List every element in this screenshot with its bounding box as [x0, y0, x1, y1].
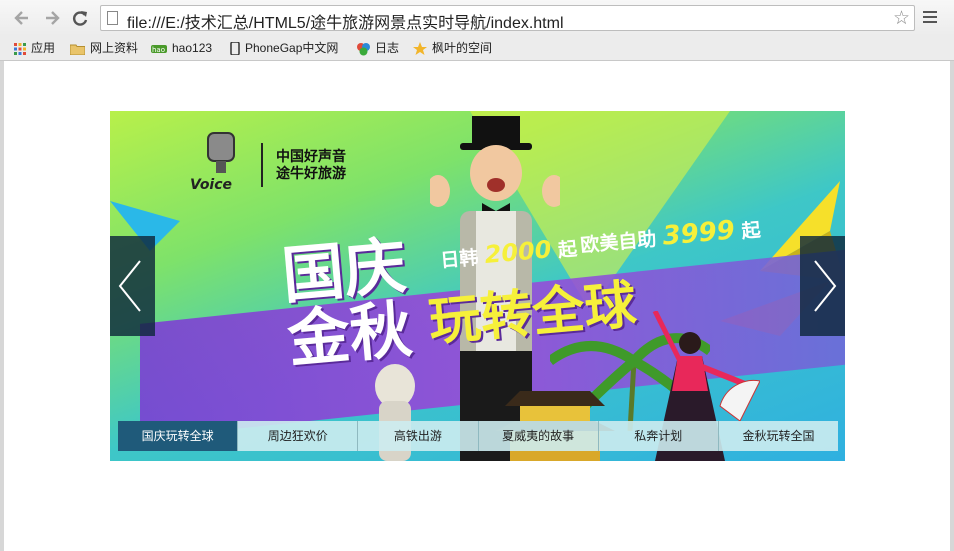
carousel-next-button[interactable]	[800, 236, 845, 336]
bookmark-label: 枫叶的空间	[432, 41, 493, 55]
bookmark-blog[interactable]: 日志	[356, 39, 399, 57]
carousel-tab-nav: 国庆玩转全球 周边狂欢价 高铁出游 夏威夷的故事 私奔计划 金秋玩转全国	[118, 421, 839, 451]
carousel-banner[interactable]: Voice 中国好声音 途牛好旅游 国庆 金秋 日韩 2000 起 欧美自助 3…	[110, 111, 845, 461]
bookmark-folder[interactable]: 网上资料	[70, 39, 138, 57]
chevron-left-icon	[118, 260, 141, 312]
bookmarks-bar: 应用 网上资料 hao hao123 PhoneGap中文网 日志 枫叶的空间	[0, 36, 954, 61]
logo-caption: 中国好声音 途牛好旅游	[276, 149, 346, 183]
star-space-icon	[413, 41, 427, 55]
back-button[interactable]	[12, 8, 32, 28]
carousel-tab-elope-plan[interactable]: 私奔计划	[598, 421, 719, 451]
bookmark-space[interactable]: 枫叶的空间	[413, 39, 492, 57]
carousel-tab-nearby-deals[interactable]: 周边狂欢价	[238, 421, 359, 451]
promo-japan-price: 2000	[483, 235, 553, 270]
carousel-prev-button[interactable]	[110, 236, 155, 336]
logo-divider	[261, 143, 263, 187]
promo-europe-price: 3999	[661, 215, 737, 252]
bookmark-star-icon[interactable]: ☆	[893, 7, 910, 29]
browser-toolbar: file:///E:/技术汇总/HTML5/途牛旅游网景点实时导航/index.…	[0, 0, 954, 36]
carousel-tab-high-speed-rail[interactable]: 高铁出游	[358, 421, 479, 451]
chevron-right-icon	[814, 260, 837, 312]
headline-national-day: 国庆 金秋	[279, 229, 414, 376]
folder-icon	[70, 44, 85, 55]
voice-of-china-logo: Voice	[190, 132, 235, 193]
reload-button[interactable]	[70, 8, 90, 28]
promo-europe-label: 欧美自助	[579, 228, 658, 257]
svg-text:hao: hao	[152, 46, 165, 54]
back-arrow-icon	[14, 11, 28, 25]
bookmark-apps[interactable]: 应用	[14, 39, 55, 57]
bookmark-label: PhoneGap中文网	[245, 41, 339, 55]
bookmark-phonegap[interactable]: PhoneGap中文网	[230, 39, 338, 57]
bookmark-hao123[interactable]: hao hao123	[151, 39, 212, 57]
url-text: file:///E:/技术汇总/HTML5/途牛旅游网景点实时导航/index.…	[127, 15, 564, 32]
carousel-tab-autumn-china[interactable]: 金秋玩转全国	[718, 421, 839, 451]
bookmark-label: hao123	[172, 41, 213, 55]
forward-arrow-icon	[46, 11, 60, 25]
reload-icon	[73, 11, 88, 26]
page-icon	[107, 11, 118, 25]
promo-japan-label: 日韩	[439, 246, 480, 272]
svg-text:Voice: Voice	[190, 177, 232, 193]
carousel-tab-hawaii[interactable]: 夏威夷的故事	[478, 421, 599, 451]
menu-icon[interactable]	[923, 11, 937, 26]
promo-japan-suffix: 起	[557, 238, 578, 262]
apps-grid-icon	[14, 42, 26, 55]
logo-caption-line1: 中国好声音	[276, 149, 346, 165]
hao123-icon: hao	[151, 44, 167, 54]
bookmark-label: 应用	[31, 41, 56, 55]
bookmark-label: 日志	[375, 41, 400, 55]
bookmark-label: 网上资料	[90, 41, 139, 55]
forward-button[interactable]	[42, 8, 62, 28]
promo-europe-suffix: 起	[740, 219, 762, 243]
carousel-tab-national-day[interactable]: 国庆玩转全球	[118, 421, 239, 451]
logo-caption-line2: 途牛好旅游	[276, 166, 346, 182]
blog-icon	[357, 42, 370, 56]
phonegap-icon	[230, 42, 240, 56]
address-bar[interactable]: file:///E:/技术汇总/HTML5/途牛旅游网景点实时导航/index.…	[100, 5, 915, 32]
